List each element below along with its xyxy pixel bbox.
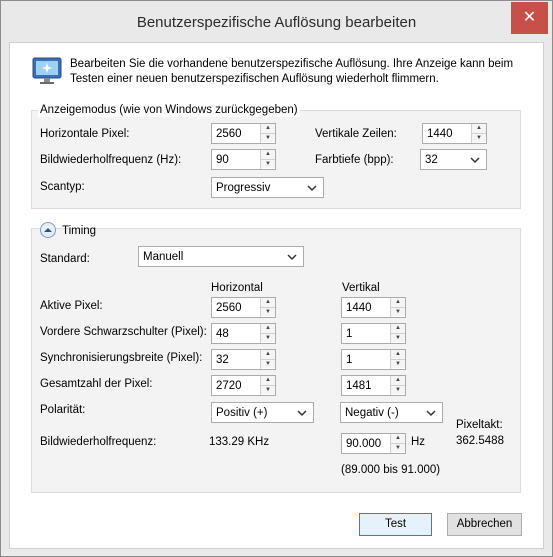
refresh-rate-spinner[interactable]: 90 ▲ ▼: [211, 149, 276, 170]
spin-up-icon[interactable]: ▲: [261, 350, 275, 359]
spin-up-icon[interactable]: ▲: [261, 376, 275, 385]
spin-down-icon[interactable]: ▼: [261, 385, 275, 394]
polarity-label: Polarität:: [40, 404, 86, 416]
active-pixels-v-spinner[interactable]: 1440 ▲ ▼: [341, 297, 406, 318]
active-pixels-v-value[interactable]: 1440: [346, 301, 372, 315]
horizontal-pixels-spinner[interactable]: 2560 ▲ ▼: [211, 123, 276, 144]
horizontal-column-header: Horizontal: [211, 282, 263, 294]
polarity-h-value: Positiv (+): [216, 407, 268, 419]
chevron-down-icon: [470, 157, 480, 164]
spin-down-icon[interactable]: ▼: [472, 133, 486, 142]
standard-label: Standard:: [40, 253, 90, 265]
vertical-lines-label: Vertikale Zeilen:: [315, 128, 397, 140]
spin-down-icon[interactable]: ▼: [261, 307, 275, 316]
total-pixels-label: Gesamtzahl der Pixel:: [40, 378, 153, 390]
spin-up-icon[interactable]: ▲: [261, 150, 275, 159]
spin-up-icon[interactable]: ▲: [261, 124, 275, 133]
cancel-button[interactable]: Abbrechen: [447, 513, 522, 536]
spin-down-icon[interactable]: ▼: [391, 333, 405, 342]
spin-up-icon[interactable]: ▲: [391, 350, 405, 359]
scan-type-select[interactable]: Progressiv: [211, 177, 324, 198]
active-pixels-h-value[interactable]: 2560: [216, 301, 242, 315]
sync-width-v-value[interactable]: 1: [346, 353, 352, 367]
window-title: Benutzerspezifische Auflösung bearbeiten: [136, 14, 417, 31]
spin-up-icon[interactable]: ▲: [391, 376, 405, 385]
color-depth-select[interactable]: 32: [420, 149, 487, 170]
total-pixels-h-value[interactable]: 2720: [216, 379, 242, 393]
chevron-down-icon: [307, 185, 317, 192]
sync-width-h-spinner[interactable]: 32 ▲ ▼: [211, 349, 276, 370]
spin-up-icon[interactable]: ▲: [391, 324, 405, 333]
spin-up-icon[interactable]: ▲: [391, 434, 405, 443]
spin-down-icon[interactable]: ▼: [391, 307, 405, 316]
vertical-column-header: Vertikal: [342, 282, 380, 294]
scan-type-label: Scantyp:: [40, 181, 85, 193]
chevron-up-icon: [44, 228, 52, 232]
refresh-unit: Hz: [411, 436, 426, 448]
horizontal-pixels-label: Horizontale Pixel:: [40, 128, 130, 140]
pixel-clock-label: Pixeltakt:: [456, 419, 503, 431]
close-button[interactable]: ✕: [511, 2, 548, 34]
refresh-range: (89.000 bis 91.000): [341, 464, 441, 476]
spin-down-icon[interactable]: ▼: [261, 333, 275, 342]
sync-width-h-value[interactable]: 32: [216, 353, 229, 367]
vertical-refresh-spinner[interactable]: 90.000 ▲ ▼: [341, 433, 406, 454]
display-mode-group-label: Anzeigemodus (wie von Windows zurückgege…: [38, 103, 300, 117]
spin-down-icon[interactable]: ▼: [391, 385, 405, 394]
timing-refresh-label: Bildwiederholfrequenz:: [40, 436, 157, 448]
monitor-icon: [32, 57, 62, 84]
spin-up-icon[interactable]: ▲: [391, 298, 405, 307]
spin-up-icon[interactable]: ▲: [261, 298, 275, 307]
scan-type-value: Progressiv: [216, 182, 271, 194]
polarity-v-value: Negativ (-): [345, 407, 399, 419]
refresh-rate-label: Bildwiederholfrequenz (Hz):: [40, 154, 182, 166]
front-porch-v-spinner[interactable]: 1 ▲ ▼: [341, 323, 406, 344]
front-porch-label: Vordere Schwarzschulter (Pixel):: [40, 326, 207, 338]
spin-down-icon[interactable]: ▼: [391, 359, 405, 368]
color-depth-value: 32: [425, 154, 438, 166]
color-depth-label: Farbtiefe (bpp):: [315, 154, 394, 166]
refresh-rate-value[interactable]: 90: [216, 153, 229, 167]
total-pixels-v-value[interactable]: 1481: [346, 379, 372, 393]
spin-up-icon[interactable]: ▲: [261, 324, 275, 333]
pixel-clock-value: 362.5488: [456, 435, 504, 447]
total-pixels-h-spinner[interactable]: 2720 ▲ ▼: [211, 375, 276, 396]
sync-width-v-spinner[interactable]: 1 ▲ ▼: [341, 349, 406, 370]
spin-up-icon[interactable]: ▲: [472, 124, 486, 133]
polarity-v-select[interactable]: Negativ (-): [340, 402, 443, 423]
horizontal-pixels-value[interactable]: 2560: [216, 127, 242, 141]
chevron-down-icon: [287, 254, 297, 261]
spin-down-icon[interactable]: ▼: [261, 359, 275, 368]
horizontal-refresh-value: 133.29 KHz: [209, 436, 270, 448]
vertical-refresh-value[interactable]: 90.000: [346, 437, 381, 451]
active-pixels-h-spinner[interactable]: 2560 ▲ ▼: [211, 297, 276, 318]
title-bar[interactable]: Benutzerspezifische Auflösung bearbeiten…: [1, 1, 552, 41]
timing-label: Timing: [62, 225, 97, 237]
front-porch-v-value[interactable]: 1: [346, 327, 352, 341]
chevron-down-icon: [426, 410, 436, 417]
vertical-lines-value[interactable]: 1440: [427, 127, 453, 141]
vertical-lines-spinner[interactable]: 1440 ▲ ▼: [422, 123, 487, 144]
spin-down-icon[interactable]: ▼: [391, 443, 405, 452]
collapse-timing-button[interactable]: [40, 222, 56, 238]
front-porch-h-value[interactable]: 48: [216, 327, 229, 341]
standard-select[interactable]: Manuell: [138, 246, 304, 267]
sync-width-label: Synchronisierungsbreite (Pixel):: [40, 352, 203, 364]
intro-text: Bearbeiten Sie die vorhandene benutzersp…: [70, 58, 514, 85]
chevron-down-icon: [297, 410, 307, 417]
polarity-h-select[interactable]: Positiv (+): [211, 402, 314, 423]
spin-down-icon[interactable]: ▼: [261, 133, 275, 142]
front-porch-h-spinner[interactable]: 48 ▲ ▼: [211, 323, 276, 344]
standard-value: Manuell: [143, 251, 184, 263]
active-pixels-label: Aktive Pixel:: [40, 300, 103, 312]
close-icon: ✕: [522, 9, 537, 26]
total-pixels-v-spinner[interactable]: 1481 ▲ ▼: [341, 375, 406, 396]
test-button[interactable]: Test: [359, 513, 432, 536]
spin-down-icon[interactable]: ▼: [261, 159, 275, 168]
